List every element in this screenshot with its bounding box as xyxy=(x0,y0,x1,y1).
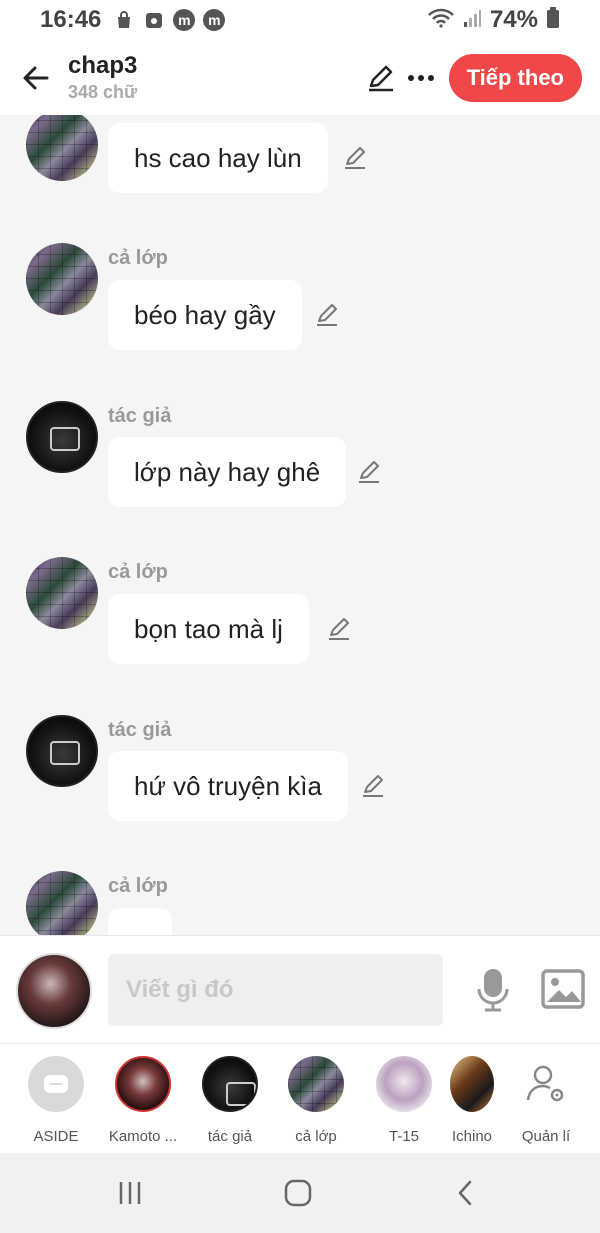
avatar[interactable] xyxy=(26,871,98,935)
voice-input-button[interactable] xyxy=(472,966,514,1014)
chapter-title-block: chap3 348 chữ xyxy=(68,52,137,104)
avatar xyxy=(202,1056,258,1112)
character-label: cả lớp xyxy=(295,1128,337,1145)
character-label: tác giả xyxy=(207,1128,253,1145)
edit-message-button[interactable] xyxy=(326,615,354,643)
calendar-app-icon xyxy=(143,9,165,31)
back-nav-button[interactable] xyxy=(448,1175,484,1211)
sender-name: tác giả xyxy=(108,405,172,427)
character-label: T-15 xyxy=(388,1128,419,1145)
status-notification-icons: m m xyxy=(113,9,226,31)
chat-area[interactable]: hs cao hay lùn cả lớp béo hay gầy tác gi… xyxy=(0,115,600,935)
edit-message-button[interactable] xyxy=(314,301,342,329)
recent-apps-icon xyxy=(119,1182,141,1204)
system-navigation-bar xyxy=(0,1153,600,1233)
edit-message-button[interactable] xyxy=(360,772,388,800)
character-author[interactable]: tác giả xyxy=(190,1056,270,1145)
message-bubble[interactable]: hứ vô truyện kìa xyxy=(108,751,348,821)
character-label: Ichino xyxy=(451,1128,493,1145)
wifi-icon xyxy=(428,8,454,33)
character-kamoto[interactable]: Kamoto ... xyxy=(103,1056,183,1145)
more-horizontal-icon xyxy=(407,74,434,81)
avatar[interactable] xyxy=(26,557,98,629)
character-label: Quản lí xyxy=(521,1128,571,1145)
battery-percentage: 74% xyxy=(489,6,538,33)
avatar[interactable] xyxy=(26,243,98,315)
edit-message-button[interactable] xyxy=(342,144,370,172)
avatar xyxy=(376,1056,432,1112)
message-bubble[interactable]: lớp này hay ghê xyxy=(108,437,347,507)
message-input[interactable] xyxy=(108,954,443,1026)
sender-name: tác giả xyxy=(108,719,172,741)
home-button[interactable] xyxy=(280,1175,316,1211)
m-app-icon: m xyxy=(173,9,196,31)
character-ichino[interactable]: Ichino xyxy=(450,1056,494,1145)
avatar xyxy=(450,1056,494,1112)
character-class[interactable]: cả lớp xyxy=(276,1056,356,1145)
status-bar: 16:46 m m 74% xyxy=(0,0,600,40)
microphone-icon xyxy=(477,969,509,1012)
pencil-icon xyxy=(368,65,393,91)
app-header: chap3 348 chữ Tiếp theo xyxy=(0,40,600,115)
message-bubble[interactable] xyxy=(108,908,172,935)
edit-message-button[interactable] xyxy=(356,458,384,486)
shopping-bag-icon xyxy=(113,9,135,31)
pencil-icon xyxy=(317,304,337,326)
status-time: 16:46 xyxy=(40,6,102,33)
sender-name: cả lớp xyxy=(108,561,168,583)
avatar xyxy=(288,1056,344,1112)
sender-name: cả lớp xyxy=(108,247,168,269)
message-bubble[interactable]: hs cao hay lùn xyxy=(108,123,328,193)
message-bubble[interactable]: béo hay gầy xyxy=(108,280,302,350)
character-label: ASIDE xyxy=(33,1128,79,1145)
signal-icon xyxy=(462,8,482,33)
current-character-avatar[interactable] xyxy=(16,953,92,1029)
edit-chapter-button[interactable] xyxy=(361,58,401,98)
word-count: 348 chữ xyxy=(68,81,138,102)
pencil-icon xyxy=(329,618,349,640)
pencil-icon xyxy=(345,147,365,169)
home-icon xyxy=(284,1179,312,1207)
character-aside[interactable]: ASIDE xyxy=(16,1056,96,1145)
image-icon xyxy=(541,969,585,1009)
message-bubble[interactable]: bọn tao mà lj xyxy=(108,594,309,664)
next-chapter-button[interactable]: Tiếp theo xyxy=(448,53,582,102)
recent-apps-button[interactable] xyxy=(112,1175,148,1211)
battery-icon xyxy=(546,6,560,34)
character-selector: ASIDE Kamoto ... tác giả cả lớp T-15 Ich… xyxy=(0,1043,600,1153)
aside-icon xyxy=(28,1056,84,1112)
insert-image-button[interactable] xyxy=(540,968,586,1010)
user-settings-icon xyxy=(518,1056,574,1112)
character-label: Kamoto ... xyxy=(108,1128,178,1145)
avatar[interactable] xyxy=(26,401,98,473)
avatar[interactable] xyxy=(26,715,98,787)
avatar xyxy=(115,1056,171,1112)
pencil-icon xyxy=(359,461,379,483)
avatar[interactable] xyxy=(26,115,98,181)
pencil-icon xyxy=(363,775,383,797)
character-t15[interactable]: T-15 xyxy=(364,1056,444,1145)
back-button[interactable] xyxy=(16,58,56,98)
more-options-button[interactable] xyxy=(401,58,441,98)
sender-name: cả lớp xyxy=(108,875,168,897)
m-app-icon: m xyxy=(203,9,226,31)
message-composer xyxy=(0,935,600,1043)
chevron-left-icon xyxy=(458,1180,472,1206)
arrow-left-icon xyxy=(23,66,49,89)
chapter-title: chap3 xyxy=(68,51,138,79)
manage-characters-button[interactable]: Quản lí xyxy=(506,1056,586,1145)
